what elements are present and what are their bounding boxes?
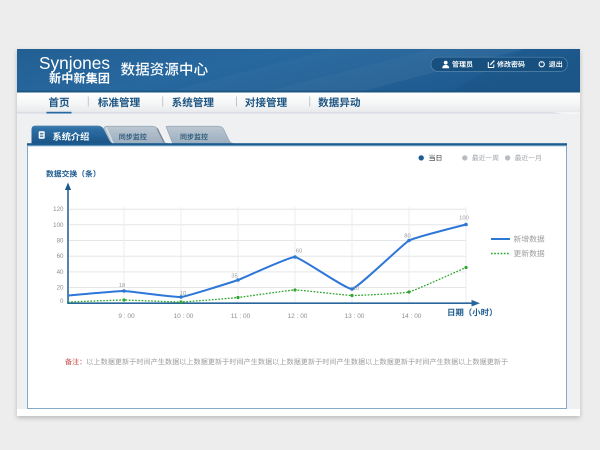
svg-text:100: 100 xyxy=(459,216,469,222)
svg-text:20: 20 xyxy=(57,284,64,291)
svg-text:10 : 00: 10 : 00 xyxy=(174,313,194,320)
svg-text:10: 10 xyxy=(353,286,359,292)
svg-text:11 : 00: 11 : 00 xyxy=(231,313,251,320)
svg-text:60: 60 xyxy=(57,253,64,260)
svg-text:80: 80 xyxy=(57,237,64,244)
svg-text:100: 100 xyxy=(53,222,64,229)
svg-text:40: 40 xyxy=(57,269,64,276)
svg-text:18: 18 xyxy=(119,283,125,289)
svg-text:35: 35 xyxy=(231,274,237,280)
svg-text:60: 60 xyxy=(296,249,302,255)
svg-text:0: 0 xyxy=(60,298,64,305)
svg-text:13 : 00: 13 : 00 xyxy=(345,313,365,320)
svg-text:12 : 00: 12 : 00 xyxy=(288,313,308,320)
svg-text:9 : 00: 9 : 00 xyxy=(118,313,135,320)
svg-text:10: 10 xyxy=(180,291,186,297)
svg-text:80: 80 xyxy=(404,234,410,240)
svg-text:120: 120 xyxy=(53,206,64,213)
svg-text:Synjones: Synjones xyxy=(39,53,110,73)
svg-text:14 : 00: 14 : 00 xyxy=(402,313,422,320)
